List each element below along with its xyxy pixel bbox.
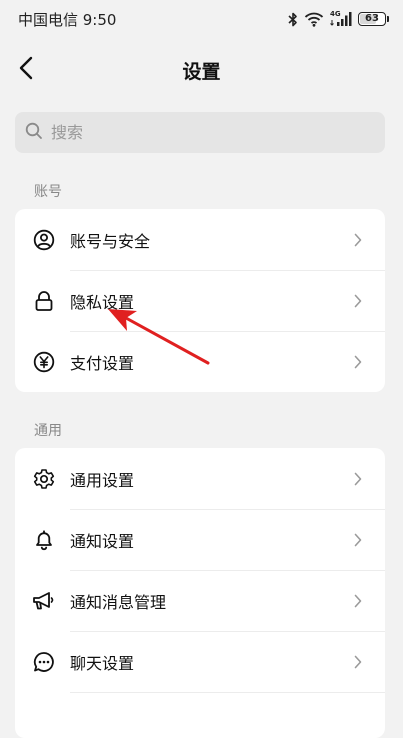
search-icon — [25, 122, 43, 144]
row-label: 账号与安全 — [70, 231, 151, 251]
row-label: 通知设置 — [70, 531, 135, 551]
yen-circle-icon — [32, 350, 56, 374]
carrier-time-text: 中国电信 9:50 — [18, 11, 117, 29]
user-circle-icon — [32, 228, 56, 252]
search-bar[interactable] — [15, 112, 385, 153]
chevron-right-icon — [351, 355, 365, 369]
row-account-security[interactable]: 账号与安全 — [15, 209, 385, 270]
chat-bubble-icon — [32, 650, 56, 674]
bluetooth-icon — [288, 12, 298, 27]
status-bar: 中国电信 9:50 4G 63 — [0, 0, 403, 38]
chevron-right-icon — [351, 233, 365, 247]
general-settings-card: 通用设置 通知设置 通知消息管理 聊天设置 — [15, 448, 385, 738]
search-input[interactable] — [51, 123, 371, 142]
battery-level-text: 63 — [365, 13, 379, 24]
page-title: 设置 — [182, 61, 221, 83]
chevron-right-icon — [351, 655, 365, 669]
row-general-settings[interactable]: 通用设置 — [15, 448, 385, 509]
battery-icon: 63 — [358, 12, 386, 26]
chevron-right-icon — [351, 533, 365, 547]
wifi-icon — [304, 12, 324, 27]
gear-icon — [32, 467, 56, 491]
row-label: 隐私设置 — [70, 292, 135, 312]
row-partial-next[interactable] — [15, 692, 385, 738]
chevron-right-icon — [351, 294, 365, 308]
account-settings-card: 账号与安全 隐私设置 支付设置 — [15, 209, 385, 392]
row-label: 通用设置 — [70, 470, 135, 490]
row-chat-settings[interactable]: 聊天设置 — [15, 631, 385, 692]
battery-indicator: 63 — [358, 12, 389, 26]
section-label-general: 通用 — [34, 423, 62, 439]
nav-bar: 设置 — [0, 42, 403, 98]
section-label-account: 账号 — [34, 184, 62, 200]
chevron-right-icon — [351, 594, 365, 608]
lock-icon — [32, 289, 56, 313]
row-notification-settings[interactable]: 通知设置 — [15, 509, 385, 570]
status-icons: 4G 63 — [288, 10, 389, 28]
row-notification-message-management[interactable]: 通知消息管理 — [15, 570, 385, 631]
row-payment-settings[interactable]: 支付设置 — [15, 331, 385, 392]
cellular-signal-icon: 4G — [330, 10, 352, 27]
row-label: 支付设置 — [70, 353, 135, 373]
row-label: 聊天设置 — [70, 653, 135, 673]
battery-cap — [387, 16, 389, 22]
megaphone-icon — [32, 589, 56, 613]
chevron-right-icon — [351, 472, 365, 486]
row-privacy-settings[interactable]: 隐私设置 — [15, 270, 385, 331]
bell-icon — [32, 528, 56, 552]
row-label: 通知消息管理 — [70, 592, 167, 612]
